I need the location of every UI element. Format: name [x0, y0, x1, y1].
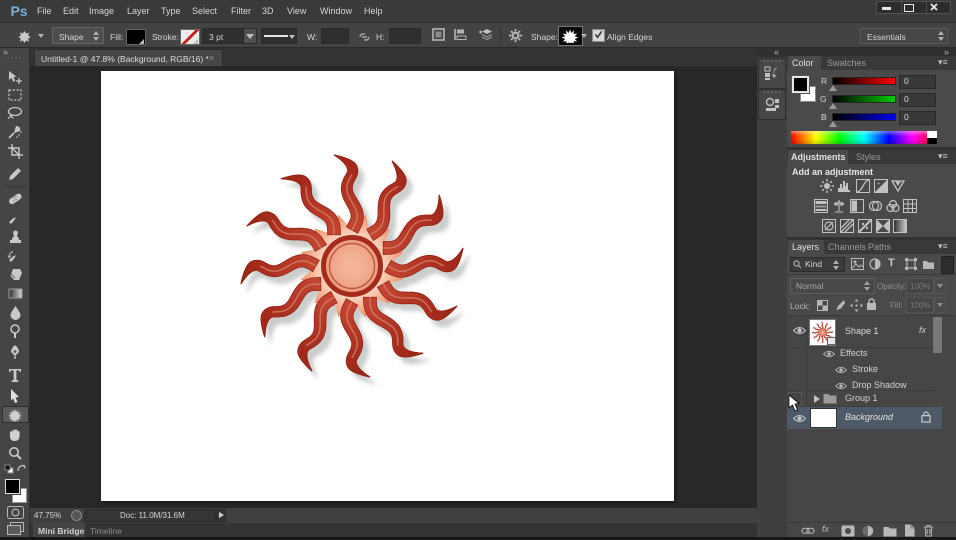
- svg-text:+: +: [877, 182, 881, 188]
